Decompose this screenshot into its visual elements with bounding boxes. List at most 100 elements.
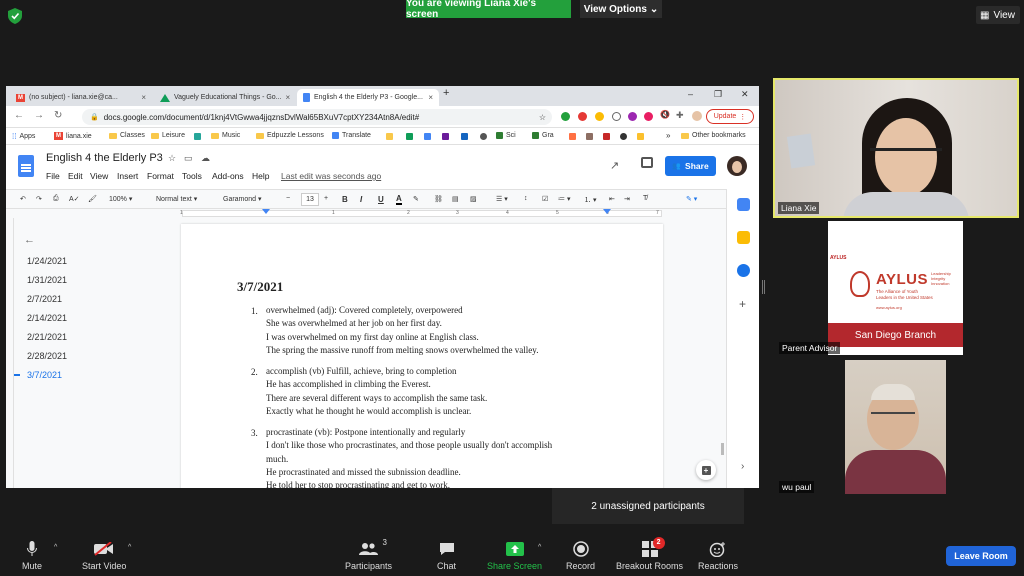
chevron-up-icon[interactable]: ^: [54, 544, 57, 551]
minimize-icon[interactable]: –: [688, 89, 693, 99]
spellcheck-icon[interactable]: A✓: [69, 195, 80, 203]
outline-back-icon[interactable]: ←: [24, 234, 35, 246]
outline-item[interactable]: 1/31/2021: [27, 275, 67, 285]
bookmark-icon[interactable]: [424, 133, 431, 140]
print-icon[interactable]: ⎙: [53, 195, 59, 203]
menu-format[interactable]: Format: [147, 171, 174, 181]
bulleted-list-icon[interactable]: ≔ ▾: [558, 195, 570, 203]
breakout-rooms-button[interactable]: 2 Breakout Rooms: [616, 537, 683, 571]
browser-tab-docs[interactable]: English 4 the Elderly P3 - Google... ×: [297, 89, 439, 106]
insert-comment-icon[interactable]: ▤: [452, 195, 459, 203]
bookmark-music[interactable]: Music: [211, 132, 240, 139]
bookmark-icon[interactable]: [461, 133, 468, 140]
bookmark-other[interactable]: Other bookmarks: [681, 132, 746, 139]
reload-icon[interactable]: ↻: [54, 110, 62, 121]
scrollbar-thumb[interactable]: [721, 443, 724, 455]
bookmark-icon[interactable]: [586, 133, 593, 140]
resize-handle[interactable]: [762, 280, 765, 294]
view-button[interactable]: ▦ View: [976, 6, 1020, 24]
extension-icon[interactable]: [612, 112, 621, 121]
star-icon[interactable]: ☆: [539, 113, 546, 122]
extension-icon[interactable]: [628, 112, 637, 121]
numbered-list-icon[interactable]: ⒈ ▾: [584, 195, 596, 205]
editing-mode-icon[interactable]: ✎ ▾: [686, 195, 697, 203]
outline-item[interactable]: 2/28/2021: [27, 351, 67, 361]
outline-item[interactable]: 2/21/2021: [27, 332, 67, 342]
clear-formatting-icon[interactable]: T̸: [643, 195, 647, 202]
bookmark-icon[interactable]: [194, 133, 201, 140]
outline-item[interactable]: 2/14/2021: [27, 313, 67, 323]
menu-edit[interactable]: Edit: [68, 171, 83, 181]
menu-tools[interactable]: Tools: [182, 171, 202, 181]
back-icon[interactable]: ←: [14, 110, 24, 121]
add-comment-button[interactable]: +: [696, 460, 716, 480]
menu-addons[interactable]: Add-ons: [212, 171, 244, 181]
chevron-up-icon[interactable]: ^: [128, 544, 131, 551]
menu-insert[interactable]: Insert: [117, 171, 138, 181]
participants-button[interactable]: 3 Participants: [345, 538, 392, 571]
checklist-icon[interactable]: ☑: [542, 195, 548, 203]
document-page[interactable]: 3/7/2021 1. overwhelmed (adj): Covered c…: [181, 224, 663, 488]
reactions-button[interactable]: Reactions: [698, 540, 738, 571]
redo-icon[interactable]: ↷: [36, 195, 42, 203]
bookmark-icon[interactable]: [442, 133, 449, 140]
mute-button[interactable]: Mute: [22, 540, 42, 571]
start-video-button[interactable]: Start Video: [82, 540, 126, 571]
menu-file[interactable]: File: [46, 171, 60, 181]
align-icon[interactable]: ☰ ▾: [496, 195, 508, 203]
underline-button[interactable]: U: [378, 195, 384, 204]
bookmark-leisure[interactable]: Leisure: [151, 132, 185, 139]
decrease-font-icon[interactable]: −: [286, 195, 290, 202]
browser-tab-gmail[interactable]: M (no subject) - liana.xie@ca... ×: [10, 89, 152, 106]
bookmark-edpuzzle[interactable]: Edpuzzle Lessons: [256, 132, 324, 139]
chevron-up-icon[interactable]: ^: [538, 544, 541, 551]
star-icon[interactable]: ☆: [168, 153, 176, 164]
comment-icon[interactable]: [641, 157, 653, 168]
undo-icon[interactable]: ↶: [20, 195, 26, 203]
decrease-indent-icon[interactable]: ⇤: [609, 195, 615, 203]
cloud-icon[interactable]: ☁: [201, 153, 210, 164]
font-select[interactable]: Garamond ▾: [223, 195, 262, 203]
highlight-icon[interactable]: ✎: [413, 195, 419, 203]
restore-icon[interactable]: ❐: [714, 89, 722, 100]
activity-trend-icon[interactable]: ↗: [610, 159, 619, 172]
close-tab-icon[interactable]: ×: [141, 93, 146, 102]
bookmark-sci[interactable]: Sci: [496, 132, 516, 139]
right-indent-marker[interactable]: [603, 209, 611, 214]
extension-icon[interactable]: [561, 112, 570, 121]
outline-item[interactable]: 1/24/2021: [27, 256, 67, 266]
link-icon[interactable]: ⛓: [434, 195, 443, 203]
last-edit-link[interactable]: Last edit was seconds ago: [281, 171, 381, 181]
italic-button[interactable]: I: [360, 195, 362, 204]
bookmark-icon[interactable]: [569, 133, 576, 140]
left-indent-marker[interactable]: [262, 209, 270, 214]
close-tab-icon[interactable]: ×: [286, 93, 291, 102]
extension-icon[interactable]: [644, 112, 653, 121]
video-tile-liana[interactable]: Liana Xie: [773, 78, 1019, 218]
url-input[interactable]: 🔒 docs.google.com/document/d/1knj4VtGwwa4…: [82, 109, 552, 125]
docs-logo-icon[interactable]: [18, 155, 34, 177]
bookmark-icon[interactable]: [637, 133, 644, 140]
extension-icon[interactable]: [578, 112, 587, 121]
video-tile-parent-advisor[interactable]: AYLUS AYLUS Leadership Integrity Innovat…: [776, 221, 1016, 356]
bookmark-classes[interactable]: Classes: [109, 132, 145, 139]
add-addon-icon[interactable]: +: [739, 297, 746, 311]
extension-icon[interactable]: [595, 112, 604, 121]
outline-item-active[interactable]: 3/7/2021: [27, 370, 62, 380]
bookmark-icon[interactable]: [480, 133, 487, 140]
bookmark-translate[interactable]: Translate: [332, 132, 371, 139]
paint-format-icon[interactable]: 🖌: [88, 195, 97, 203]
style-select[interactable]: Normal text ▾: [156, 195, 197, 203]
view-options-button[interactable]: View Options ⌄: [580, 0, 662, 18]
zoom-select[interactable]: 100% ▾: [109, 195, 132, 203]
user-avatar[interactable]: [727, 156, 747, 176]
bookmark-gra[interactable]: Gra: [532, 132, 554, 139]
video-tile-wu-paul[interactable]: wu paul: [776, 360, 1016, 495]
close-tab-icon[interactable]: ×: [428, 93, 433, 102]
browser-tab-drive[interactable]: Vaguely Educational Things - Go... ×: [154, 89, 296, 106]
bookmark-icon[interactable]: [386, 133, 393, 140]
more-bookmarks-icon[interactable]: »: [666, 131, 670, 140]
tasks-icon[interactable]: [737, 264, 750, 277]
image-icon[interactable]: ▨: [470, 195, 477, 203]
profile-icon[interactable]: [692, 111, 702, 121]
